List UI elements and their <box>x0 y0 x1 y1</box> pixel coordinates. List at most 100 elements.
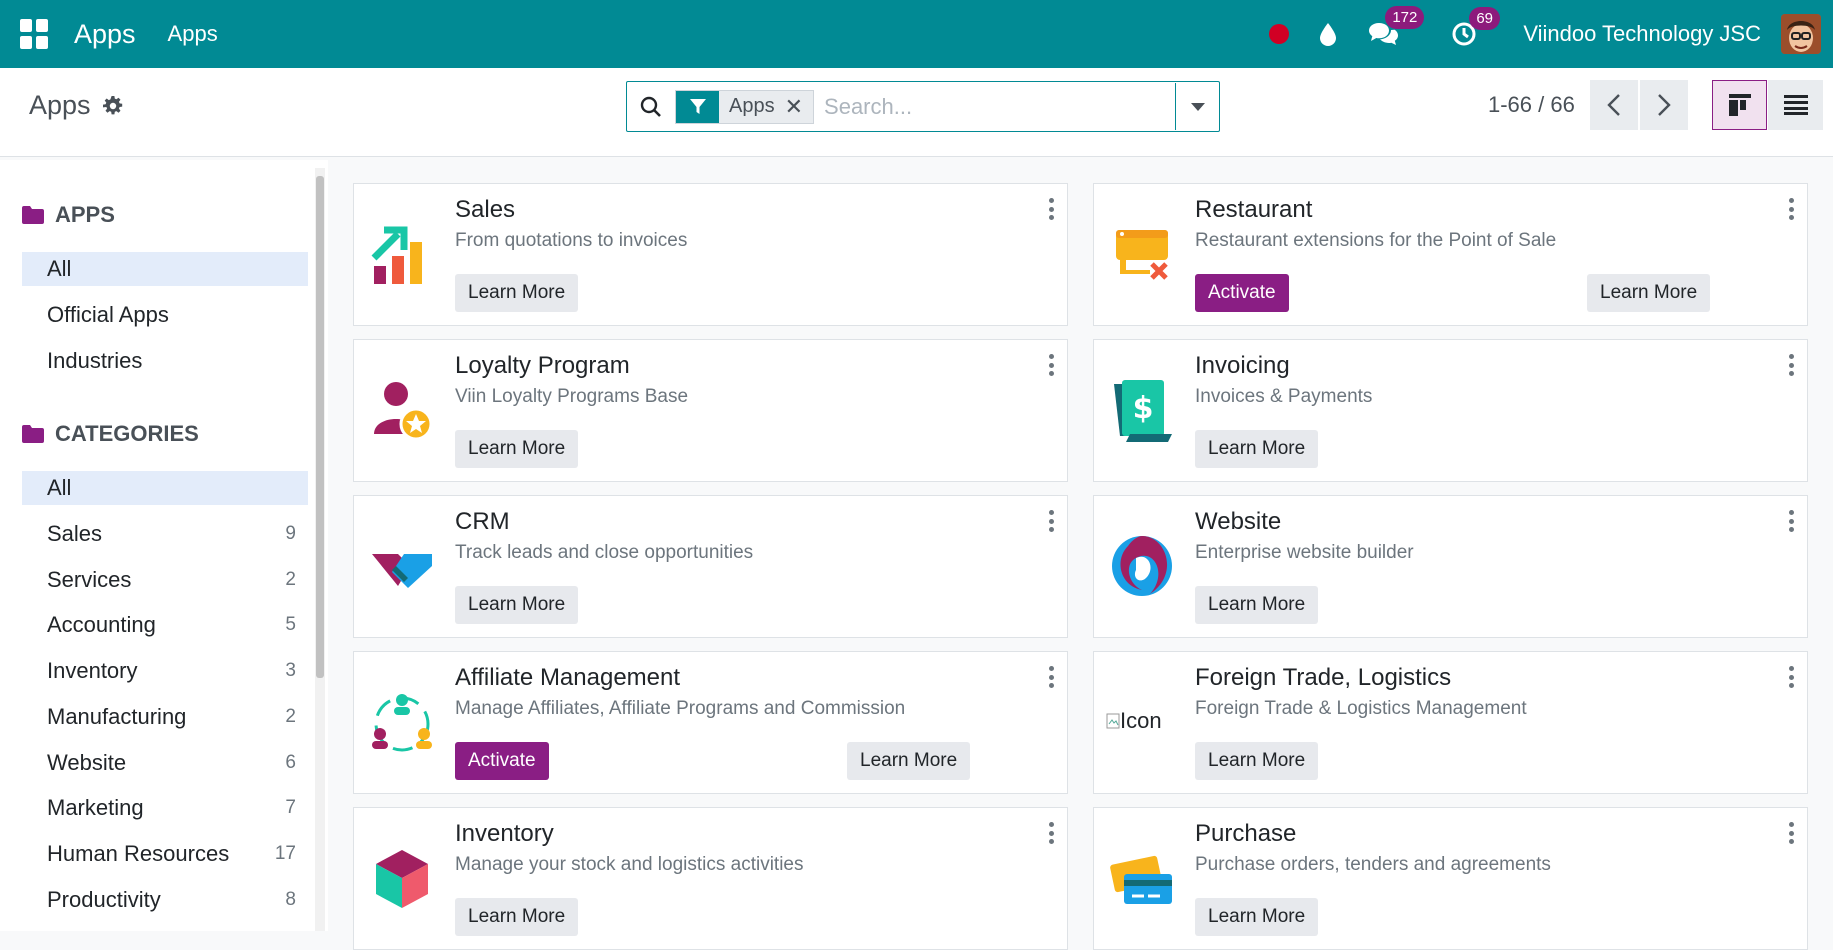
app-card-inventory[interactable]: Inventory Manage your stock and logistic… <box>353 807 1068 950</box>
card-title: Affiliate Management <box>455 664 681 691</box>
learn-more-button[interactable]: Learn More <box>1587 274 1711 312</box>
learn-more-button[interactable]: Learn More <box>455 430 579 468</box>
search-icon[interactable] <box>627 96 675 118</box>
kebab-menu-icon[interactable] <box>1789 666 1795 688</box>
card-subtitle: Purchase orders, tenders and agreements <box>1195 854 1551 875</box>
app-card-foreign-trade-logistics[interactable]: Icon Foreign Trade, Logistics Foreign Tr… <box>1093 651 1808 794</box>
kebab-menu-icon[interactable] <box>1789 354 1795 376</box>
learn-more-button[interactable]: Learn More <box>1195 742 1319 780</box>
learn-more-button[interactable]: Learn More <box>455 898 579 936</box>
learn-more-button[interactable]: Learn More <box>455 586 579 624</box>
categories-section-header: CATEGORIES <box>22 421 199 447</box>
company-switcher[interactable]: Viindoo Technology JSC <box>1523 21 1761 47</box>
card-subtitle: Manage your stock and logistics activiti… <box>455 854 804 875</box>
purchase-cards-icon <box>1110 846 1174 910</box>
kebab-menu-icon[interactable] <box>1049 354 1055 376</box>
search-bar: Apps ✕ <box>626 81 1220 132</box>
app-card-purchase[interactable]: Purchase Purchase orders, tenders and ag… <box>1093 807 1808 950</box>
sales-chart-icon <box>370 222 434 286</box>
learn-more-button[interactable]: Learn More <box>1195 898 1319 936</box>
sidebar-category-manufacturing[interactable]: Manufacturing 2 <box>22 700 308 734</box>
card-subtitle: Restaurant extensions for the Point of S… <box>1195 230 1557 251</box>
folder-icon <box>22 206 44 224</box>
broken-image-icon: Icon <box>1106 708 1162 734</box>
messages-icon[interactable]: 172 <box>1367 6 1425 48</box>
activities-badge: 69 <box>1469 7 1500 30</box>
kebab-menu-icon[interactable] <box>1049 822 1055 844</box>
kebab-menu-icon[interactable] <box>1789 510 1795 532</box>
search-input[interactable] <box>822 92 1175 121</box>
kebab-menu-icon[interactable] <box>1049 510 1055 532</box>
kebab-menu-icon[interactable] <box>1789 822 1795 844</box>
page-title: Apps <box>29 90 91 120</box>
card-title: Restaurant <box>1195 196 1313 223</box>
card-title: Foreign Trade, Logistics <box>1195 664 1452 691</box>
activate-button[interactable]: Activate <box>455 742 549 780</box>
search-facet: Apps ✕ <box>675 89 815 124</box>
app-card-website[interactable]: Website Enterprise website builder Learn… <box>1093 495 1808 638</box>
sidebar-category-sales[interactable]: Sales 9 <box>22 517 308 551</box>
search-options-toggle[interactable] <box>1175 83 1219 130</box>
search-panel-sidebar: APPS All Official Apps Industries CATEGO… <box>0 160 328 931</box>
card-title: Purchase <box>1195 820 1297 847</box>
pager-previous-button[interactable] <box>1590 80 1638 130</box>
sidebar-item-official-apps[interactable]: Official Apps <box>22 298 308 332</box>
color-drop-icon[interactable] <box>1319 22 1337 46</box>
card-subtitle: Viin Loyalty Programs Base <box>455 386 689 407</box>
sidebar-item-all-apps[interactable]: All <box>22 252 308 286</box>
kanban-view-button[interactable] <box>1712 80 1767 130</box>
sidebar-item-industries[interactable]: Industries <box>22 344 308 378</box>
facet-remove-icon[interactable]: ✕ <box>785 94 813 120</box>
pager-value[interactable]: 1-66 / 66 <box>1488 92 1575 118</box>
record-dot-icon[interactable] <box>1269 24 1290 44</box>
affiliate-icon <box>370 690 434 754</box>
learn-more-button[interactable]: Learn More <box>455 274 579 312</box>
sidebar-category-productivity[interactable]: Productivity 8 <box>22 883 308 917</box>
broken-image-alt: Icon <box>1120 708 1162 733</box>
sidebar-category-website[interactable]: Website 6 <box>22 746 308 780</box>
app-card-affiliate-management[interactable]: Affiliate Management Manage Affiliates, … <box>353 651 1068 794</box>
crm-handshake-icon <box>370 534 434 598</box>
app-card-restaurant[interactable]: Restaurant Restaurant extensions for the… <box>1093 183 1808 326</box>
apps-section-header: APPS <box>22 202 115 228</box>
sidebar-scrollbar[interactable] <box>315 168 325 931</box>
sidebar-category-marketing[interactable]: Marketing 7 <box>22 791 308 825</box>
nav-brand[interactable]: Apps <box>74 19 136 50</box>
card-subtitle: From quotations to invoices <box>455 230 688 251</box>
learn-more-button[interactable]: Learn More <box>1195 586 1319 624</box>
app-card-crm[interactable]: CRM Track leads and close opportunities … <box>353 495 1068 638</box>
card-title: Sales <box>455 196 516 223</box>
app-card-loyalty-program[interactable]: Loyalty Program Viin Loyalty Programs Ba… <box>353 339 1068 482</box>
card-subtitle: Invoices & Payments <box>1195 386 1373 407</box>
learn-more-button[interactable]: Learn More <box>1195 430 1319 468</box>
top-navbar: Apps Apps 172 69 Viindoo Technology JSC <box>0 0 1833 68</box>
pager-next-button[interactable] <box>1640 80 1688 130</box>
list-view-button[interactable] <box>1768 80 1823 130</box>
nav-menu-apps[interactable]: Apps <box>168 21 218 47</box>
loyalty-icon <box>370 378 434 442</box>
kebab-menu-icon[interactable] <box>1049 198 1055 220</box>
sidebar-category-services[interactable]: Services 2 <box>22 563 308 597</box>
sidebar-category-human-resources[interactable]: Human Resources 17 <box>22 837 308 871</box>
card-subtitle: Enterprise website builder <box>1195 542 1414 563</box>
gear-icon[interactable] <box>102 95 123 116</box>
facet-label: Apps <box>729 95 775 117</box>
card-subtitle: Track leads and close opportunities <box>455 542 754 563</box>
kebab-menu-icon[interactable] <box>1049 666 1055 688</box>
app-menu-grid-icon[interactable] <box>20 19 50 49</box>
activities-clock-icon[interactable]: 69 <box>1451 7 1500 47</box>
svg-text:$: $ <box>1133 391 1154 426</box>
app-card-sales[interactable]: Sales From quotations to invoices Learn … <box>353 183 1068 326</box>
app-card-invoicing[interactable]: $ Invoicing Invoices & Payments Learn Mo… <box>1093 339 1808 482</box>
messages-badge: 172 <box>1385 6 1425 29</box>
control-panel: Apps Apps ✕ 1-66 / 66 <box>0 68 1833 157</box>
sidebar-category-all[interactable]: All <box>22 471 308 505</box>
kebab-menu-icon[interactable] <box>1789 198 1795 220</box>
learn-more-button[interactable]: Learn More <box>847 742 971 780</box>
activate-button[interactable]: Activate <box>1195 274 1289 312</box>
restaurant-icon <box>1110 222 1174 286</box>
sidebar-category-inventory[interactable]: Inventory 3 <box>22 654 308 688</box>
sidebar-category-accounting[interactable]: Accounting 5 <box>22 608 308 642</box>
inventory-box-icon <box>370 846 434 910</box>
user-avatar[interactable] <box>1781 14 1821 54</box>
